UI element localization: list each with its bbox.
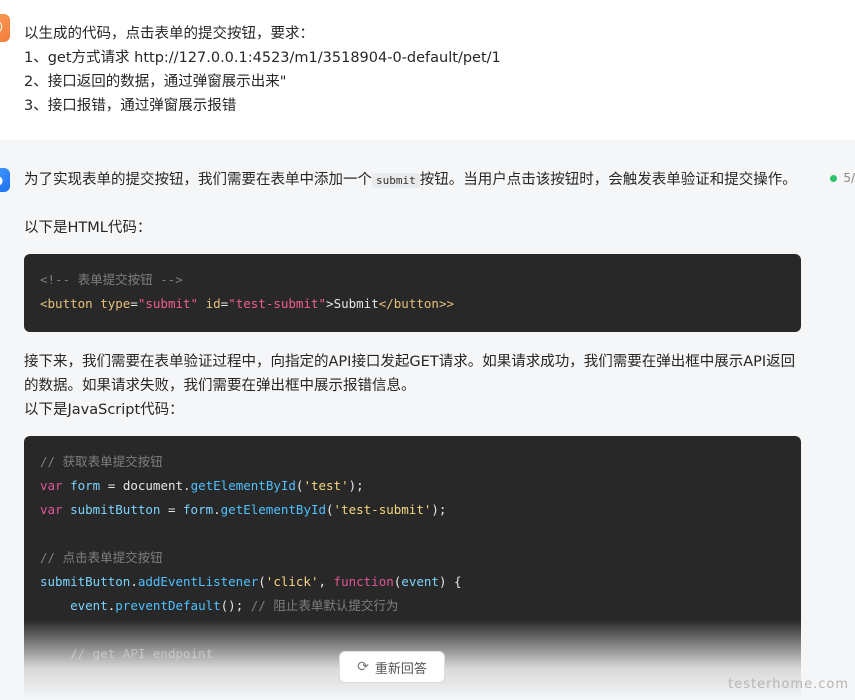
js-heading: 以下是JavaScript代码： xyxy=(24,402,184,418)
user-line: 1、get方式请求 http://127.0.0.1:4523/m1/35189… xyxy=(24,50,501,66)
user-line: 3、接口报错，通过弹窗展示报错 xyxy=(24,98,237,114)
intro-text-cont: 按钮。当用户点击该按钮时，会触发表单验证和提交操作。 xyxy=(419,172,797,188)
user-line: 以生成的代码，点击表单的提交按钮，要求： xyxy=(24,26,314,42)
refresh-icon: ⟳ xyxy=(357,659,369,675)
user-avatar: ☺ xyxy=(0,14,10,42)
bot-avatar: ● xyxy=(0,168,10,192)
assistant-message: ● 5/ 为了实现表单的提交按钮，我们需要在表单中添加一个submit按钮。当用… xyxy=(0,140,855,700)
html-code-block[interactable]: <!-- 表单提交按钮 --> <button type="submit" id… xyxy=(24,254,801,332)
code-line: event.preventDefault(); // 阻止表单默认提交行为 xyxy=(70,598,399,613)
intro-paragraph: 为了实现表单的提交按钮，我们需要在表单中添加一个 submit 按钮。当用户点击该按… xyxy=(24,168,804,193)
regenerate-label: 重新回答 xyxy=(374,661,427,677)
user-message-text: 以生成的代码，点击表单的提交按钮，要求： 1、get方式请求 http://12… xyxy=(24,22,501,118)
code-line: <!-- 表单提交按钮 --> xyxy=(40,272,183,287)
explanation-paragraph: 接下来，我们需要在表单验证过程中，向指定的API接口发起GET请求。如果请求成功… xyxy=(24,354,796,394)
intro-text: 为了实现表单的提交按钮，我们需要在表单中添加一个 xyxy=(24,172,372,188)
status-dot-icon xyxy=(830,174,838,182)
code-line: submitButton.addEventListener('click', f… xyxy=(40,574,462,589)
user-line: 2、接口返回的数据，通过弹窗展示出来" xyxy=(24,74,287,90)
code-line: var submitButton = form.getElementById('… xyxy=(40,502,447,517)
code-line: <button type="submit" id="test-submit">S… xyxy=(40,296,454,311)
chat-page: ☺ 以生成的代码，点击表单的提交按钮，要求： 1、get方式请求 http://… xyxy=(0,0,855,700)
html-heading: 以下是HTML代码： xyxy=(24,220,152,236)
answer-page-indicator[interactable]: 5/ xyxy=(830,171,855,185)
code-line: // 点击表单提交按钮 xyxy=(40,550,163,565)
page-indicator-text: 5/ xyxy=(843,171,855,185)
regenerate-button[interactable]: ⟳ 重新回答 xyxy=(339,651,445,683)
user-message: ☺ 以生成的代码，点击表单的提交按钮，要求： 1、get方式请求 http://… xyxy=(0,0,855,140)
site-watermark: testerhome.com xyxy=(728,677,849,692)
code-line: // 获取表单提交按钮 xyxy=(40,454,163,469)
inline-code: submit xyxy=(372,173,420,188)
code-line: var form = document.getElementById('test… xyxy=(40,478,364,493)
